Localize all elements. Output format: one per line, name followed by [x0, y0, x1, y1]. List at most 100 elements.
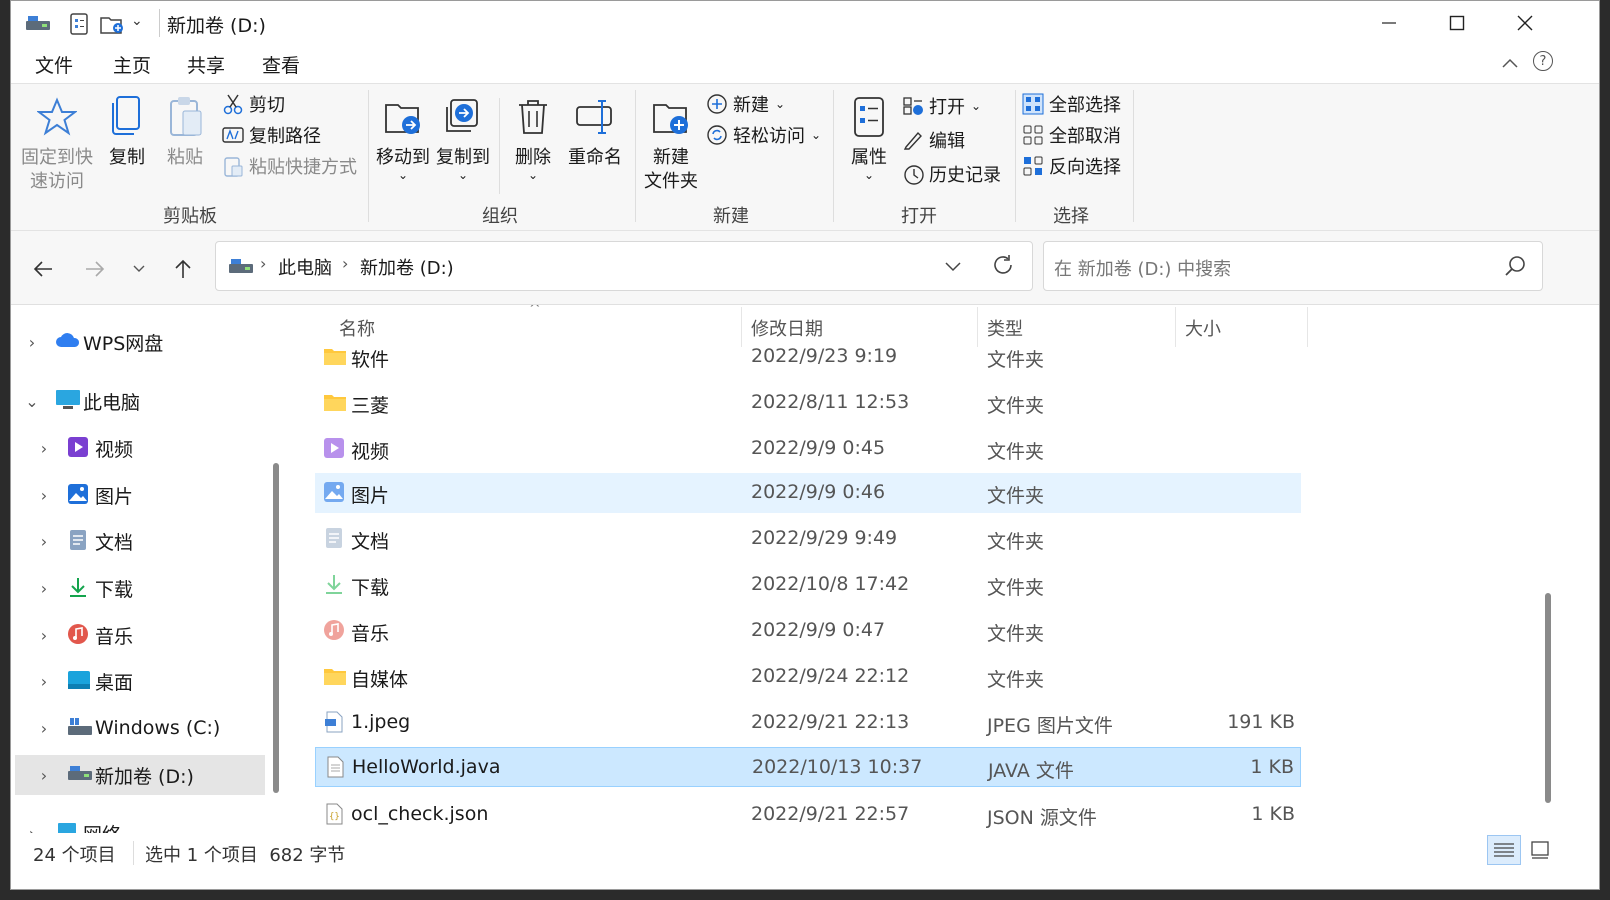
tree-item-network[interactable]: › 网络 [11, 813, 271, 833]
new-folder-quick-icon[interactable] [99, 13, 127, 40]
copy-to-button[interactable]: 复制到 ⌄ [435, 94, 491, 182]
breadcrumb-this-pc[interactable]: 此电脑 [278, 254, 332, 280]
table-row-selected[interactable]: HelloWorld.java 2022/10/13 10:37 JAVA 文件… [315, 747, 1301, 787]
tab-share[interactable]: 共享 [187, 51, 225, 78]
file-type: 文件夹 [987, 349, 1045, 371]
search-placeholder[interactable]: 在 新加卷 (D:) 中搜索 [1054, 255, 1231, 281]
history-button[interactable]: 历史记录 [901, 160, 1001, 188]
select-all-button[interactable]: 全部选择 [1021, 90, 1121, 118]
edit-button[interactable]: 编辑 [901, 126, 965, 154]
tree-item-this-pc[interactable]: ⌄ 此电脑 [11, 381, 271, 421]
file-list-scrollbar[interactable] [1545, 593, 1551, 803]
cut-button[interactable]: 剪切 [221, 90, 285, 118]
chevron-right-icon[interactable]: › [35, 439, 53, 458]
breadcrumb-current[interactable]: 新加卷 (D:) [360, 254, 454, 280]
help-icon[interactable]: ? [1533, 51, 1553, 71]
copy-path-button[interactable]: 复制路径 [221, 121, 321, 149]
table-row[interactable]: 音乐 2022/9/9 0:47 文件夹 [315, 611, 1301, 651]
tree-item-pictures[interactable]: › 图片 [11, 475, 271, 515]
up-button[interactable] [165, 251, 201, 287]
properties-quick-icon[interactable] [69, 13, 89, 40]
collapse-ribbon-icon[interactable] [1501, 53, 1519, 74]
table-row[interactable]: 软件 2022/9/23 9:19 文件夹 [315, 337, 1301, 377]
new-folder-label-line2: 文件夹 [644, 171, 698, 192]
tree-item-videos[interactable]: › 视频 [11, 428, 271, 468]
tree-item-downloads[interactable]: › 下载 [11, 568, 271, 608]
close-button[interactable] [1497, 7, 1553, 39]
pin-quick-access-button[interactable]: 固定到快 速访问 [21, 94, 93, 194]
table-row[interactable]: 三菱 2022/8/11 12:53 文件夹 [315, 383, 1301, 423]
chevron-down-icon: ⌄ [457, 168, 469, 182]
text-file-icon [324, 756, 348, 780]
rename-label: 重命名 [568, 147, 622, 168]
file-type: 文件夹 [987, 485, 1045, 507]
chevron-right-icon[interactable]: › [35, 719, 53, 738]
paste-button[interactable]: 粘贴 [163, 94, 207, 170]
tree-item-wps-cloud[interactable]: › WPS网盘 [11, 322, 271, 362]
table-row[interactable]: 下载 2022/10/8 17:42 文件夹 [315, 565, 1301, 605]
address-history-dropdown[interactable] [944, 257, 962, 278]
open-icon [901, 94, 925, 118]
table-row[interactable]: {} ocl_check.json 2022/9/21 22:57 JSON 源… [315, 795, 1301, 833]
table-row[interactable]: 文档 2022/9/29 9:49 文件夹 [315, 519, 1301, 559]
properties-button[interactable]: 属性 ⌄ [847, 94, 891, 181]
paste-shortcut-button[interactable]: 粘贴快捷方式 [221, 152, 357, 180]
new-folder-icon [649, 94, 693, 140]
tab-file[interactable]: 文件 [35, 51, 73, 78]
search-icon[interactable] [1504, 255, 1526, 282]
rename-button[interactable]: 重命名 [567, 94, 623, 170]
paste-shortcut-label: 粘贴快捷方式 [249, 157, 357, 178]
chevron-right-icon[interactable]: › [35, 486, 53, 505]
tree-item-music[interactable]: › 音乐 [11, 615, 271, 655]
select-none-button[interactable]: 全部取消 [1021, 121, 1121, 149]
chevron-down-icon: ⌄ [811, 128, 822, 142]
chevron-right-icon[interactable]: › [23, 333, 41, 352]
chevron-down-icon[interactable]: ⌄ [23, 392, 41, 411]
table-row-hover[interactable]: 图片 2022/9/9 0:46 文件夹 [315, 473, 1301, 513]
table-row[interactable]: 自媒体 2022/9/24 22:12 文件夹 [315, 657, 1301, 697]
chevron-right-icon[interactable]: › [35, 579, 53, 598]
back-button[interactable] [25, 251, 61, 287]
minimize-button[interactable] [1361, 7, 1417, 39]
title-bar: ⌄ 新加卷 (D:) [11, 1, 1599, 45]
status-divider [133, 841, 134, 865]
refresh-icon[interactable] [992, 254, 1014, 281]
address-bar[interactable]: › 此电脑 › 新加卷 (D:) [215, 241, 1033, 291]
search-box[interactable]: 在 新加卷 (D:) 中搜索 [1043, 241, 1543, 291]
chevron-right-icon[interactable]: › [35, 626, 53, 645]
details-view-button[interactable] [1487, 835, 1521, 865]
properties-icon [847, 94, 891, 140]
recent-locations-button[interactable] [121, 251, 157, 287]
invert-selection-icon [1021, 154, 1045, 178]
chevron-down-icon[interactable]: ⌄ [131, 13, 143, 29]
file-name: ocl_check.json [351, 803, 489, 825]
tree-item-drive-d[interactable]: › 新加卷 (D:) [15, 755, 265, 795]
tree-item-desktop[interactable]: › 桌面 [11, 661, 271, 701]
table-row[interactable]: 视频 2022/9/9 0:45 文件夹 [315, 429, 1301, 469]
chevron-right-icon[interactable]: › [35, 532, 53, 551]
open-button[interactable]: 打开 ⌄ [901, 92, 981, 120]
nav-pane-scrollbar[interactable] [273, 463, 279, 793]
tree-item-drive-c[interactable]: › Windows (C:) [11, 708, 271, 748]
details-view-icon [1494, 843, 1514, 857]
chevron-right-icon[interactable]: › [35, 766, 53, 785]
delete-button[interactable]: 删除 ⌄ [511, 94, 555, 181]
forward-button[interactable] [77, 251, 113, 287]
table-row[interactable]: 1.jpeg 2022/9/21 22:13 JPEG 图片文件 191 KB [315, 703, 1301, 743]
copy-button[interactable]: 复制 [105, 94, 149, 170]
invert-selection-button[interactable]: 反向选择 [1021, 152, 1121, 180]
new-folder-button[interactable]: 新建 文件夹 [643, 94, 699, 194]
easy-access-button[interactable]: 轻松访问 ⌄ [705, 121, 821, 149]
large-icons-view-button[interactable] [1525, 835, 1555, 865]
chevron-right-icon[interactable]: › [35, 672, 53, 691]
maximize-button[interactable] [1429, 7, 1485, 39]
history-icon [901, 162, 925, 186]
tree-item-documents[interactable]: › 文档 [11, 521, 271, 561]
column-separator[interactable] [1307, 307, 1308, 347]
tab-home[interactable]: 主页 [102, 51, 162, 86]
move-to-button[interactable]: 移动到 ⌄ [375, 94, 431, 181]
tab-view[interactable]: 查看 [262, 51, 300, 78]
chevron-right-icon[interactable]: › [23, 824, 41, 834]
new-item-button[interactable]: 新建 ⌄ [705, 90, 785, 118]
json-file-icon: {} [323, 803, 347, 827]
